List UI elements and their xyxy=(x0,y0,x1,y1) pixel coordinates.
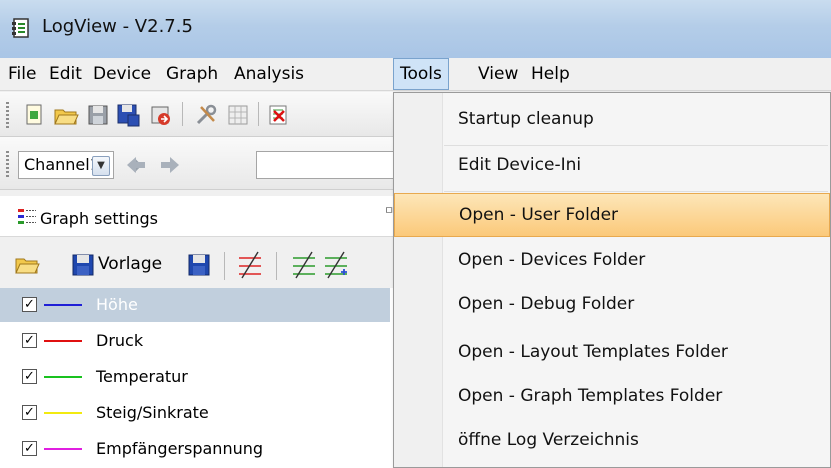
back-arrow-icon[interactable] xyxy=(124,154,148,176)
toolbar-grip[interactable] xyxy=(6,102,9,128)
menu-item-label: Open - Debug Folder xyxy=(458,294,635,314)
menu-tools[interactable]: Tools xyxy=(393,58,449,90)
toolbar-separator xyxy=(258,102,259,126)
menu-graph[interactable]: Graph xyxy=(160,58,224,90)
checkbox[interactable]: ✓ xyxy=(22,297,37,312)
app-icon xyxy=(12,18,29,38)
template-label[interactable]: Vorlage xyxy=(98,254,162,274)
import-icon[interactable] xyxy=(146,101,174,129)
line-color-swatch xyxy=(44,412,82,414)
menu-item-open-debug-folder[interactable]: Open - Debug Folder xyxy=(394,283,830,327)
toolbar-separator xyxy=(276,252,277,280)
window-title: LogView - V2.7.5 xyxy=(42,16,193,37)
menu-edit[interactable]: Edit xyxy=(43,58,88,90)
search-input[interactable] xyxy=(256,151,406,179)
menu-item-label: Open - User Folder xyxy=(459,205,619,225)
menu-bar: File Edit Device Graph Analysis Tools Vi… xyxy=(0,58,831,91)
list-item[interactable]: ✓ Druck xyxy=(0,324,390,358)
checkbox[interactable]: ✓ xyxy=(22,405,37,420)
channel-label: Temperatur xyxy=(96,367,188,386)
menu-item-open-layout-templates-folder[interactable]: Open - Layout Templates Folder xyxy=(394,331,830,375)
menu-item-startup-cleanup[interactable]: Startup cleanup xyxy=(394,98,830,142)
menu-item-label: Open - Layout Templates Folder xyxy=(458,342,728,362)
menu-device[interactable]: Device xyxy=(87,58,157,90)
checkbox[interactable]: ✓ xyxy=(22,333,37,348)
toolbar-separator xyxy=(182,102,183,126)
menu-item-label: öffne Log Verzeichnis xyxy=(458,430,639,450)
menu-item-label: Open - Graph Templates Folder xyxy=(458,386,723,406)
save-as-icon[interactable] xyxy=(114,101,142,129)
channel-label: Druck xyxy=(96,331,144,350)
title-bar: LogView - V2.7.5 xyxy=(0,0,831,59)
curve-add-icon[interactable] xyxy=(290,250,318,280)
curve-edit-icon[interactable] xyxy=(322,250,350,280)
forward-arrow-icon[interactable] xyxy=(158,154,182,176)
tools-icon[interactable] xyxy=(192,101,220,129)
checkbox[interactable]: ✓ xyxy=(22,369,37,384)
save-template-icon[interactable] xyxy=(70,252,96,278)
new-file-icon[interactable] xyxy=(20,101,48,129)
delete-icon[interactable] xyxy=(264,101,292,129)
menu-view[interactable]: View xyxy=(472,58,524,90)
line-color-swatch xyxy=(44,304,82,306)
curve-style-icon[interactable] xyxy=(236,250,264,280)
menu-item-label: Edit Device-Ini xyxy=(458,155,582,175)
menu-help[interactable]: Help xyxy=(525,58,576,90)
save-icon[interactable] xyxy=(84,101,112,129)
menu-analysis[interactable]: Analysis xyxy=(228,58,310,90)
menu-item-edit-device-ini[interactable]: Edit Device-Ini xyxy=(394,144,830,188)
grid-icon[interactable] xyxy=(224,101,252,129)
list-item[interactable]: ✓ Temperatur xyxy=(0,360,390,394)
toolbar-separator xyxy=(224,252,225,280)
menu-separator xyxy=(444,191,828,192)
list-item[interactable]: ✓ Höhe xyxy=(0,288,390,322)
tools-dropdown-menu: Startup cleanup Edit Device-Ini Open - U… xyxy=(393,92,831,468)
channel-select[interactable]: Channel1 ▼ xyxy=(18,151,114,179)
list-item[interactable]: ✓ Steig/Sinkrate xyxy=(0,396,390,430)
menu-item-open-graph-templates-folder[interactable]: Open - Graph Templates Folder xyxy=(394,375,830,419)
open-folder-icon[interactable] xyxy=(14,252,42,278)
chevron-down-icon[interactable]: ▼ xyxy=(92,156,110,176)
toolbar-grip[interactable] xyxy=(6,151,9,177)
menu-item-open-log-directory[interactable]: öffne Log Verzeichnis xyxy=(394,419,830,463)
menu-item-open-user-folder[interactable]: Open - User Folder xyxy=(394,193,830,237)
line-color-swatch xyxy=(44,448,82,450)
menu-item-open-devices-folder[interactable]: Open - Devices Folder xyxy=(394,239,830,283)
list-item[interactable]: ✓ Empfängerspannung xyxy=(0,432,390,466)
panel-title: Graph settings xyxy=(40,209,158,228)
menu-item-label: Open - Devices Folder xyxy=(458,250,646,270)
open-folder-icon[interactable] xyxy=(52,101,80,129)
menu-item-label: Startup cleanup xyxy=(458,109,594,129)
save-as-template-icon[interactable] xyxy=(186,252,212,278)
channel-label: Steig/Sinkrate xyxy=(96,403,209,422)
channel-select-value: Channel1 xyxy=(24,155,100,174)
channel-label: Empfängerspannung xyxy=(96,439,264,458)
channel-list: ✓ Höhe ✓ Druck ✓ Temperatur ✓ Steig/Sink… xyxy=(0,288,400,468)
graph-settings-icon xyxy=(18,209,36,224)
channel-label: Höhe xyxy=(96,295,138,314)
line-color-swatch xyxy=(44,340,82,342)
menu-file[interactable]: File xyxy=(2,58,42,90)
checkbox[interactable]: ✓ xyxy=(22,441,37,456)
line-color-swatch xyxy=(44,376,82,378)
